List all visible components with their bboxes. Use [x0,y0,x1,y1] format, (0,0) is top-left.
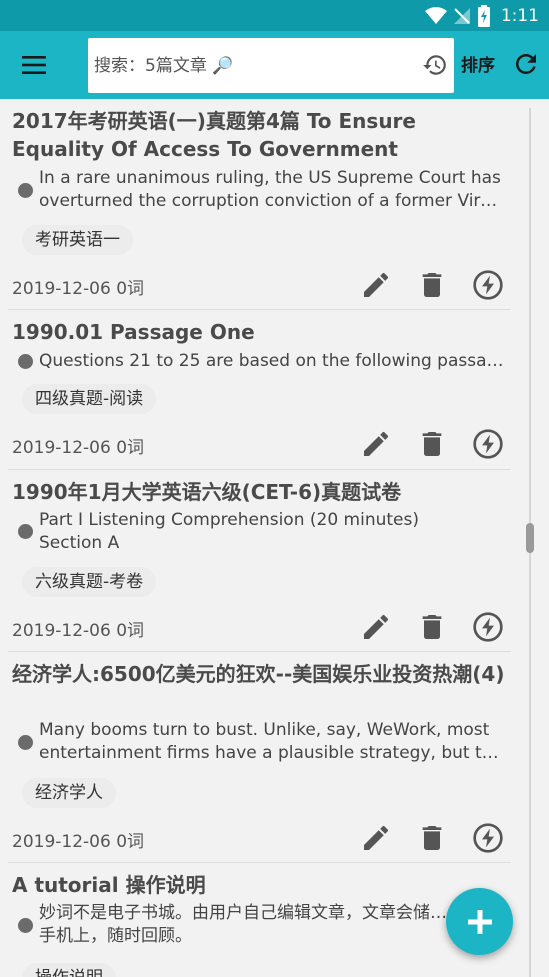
delete-icon[interactable] [416,428,448,460]
summary-bullet [18,918,33,933]
quick-action-icon[interactable] [472,428,504,460]
article-card[interactable]: 2017年考研英语(一)真题第4篇 To Ensure Equality Of … [8,99,511,310]
edit-icon[interactable] [360,428,392,460]
delete-icon[interactable] [416,269,448,301]
summary-bullet [18,524,33,539]
summary-bullet [18,735,33,750]
article-tag[interactable]: 经济学人 [22,778,116,808]
article-summary: Many booms turn to bust. Unlike, say, We… [39,720,507,763]
menu-button[interactable] [14,47,54,83]
status-bar: 1:11 [0,0,549,31]
summary-bullet [18,183,33,198]
article-meta: 2019-12-06 0词 [12,438,145,458]
hamburger-menu-icon [22,56,46,74]
article-meta: 2019-12-06 0词 [12,832,145,852]
article-tag[interactable]: 六级真题-考卷 [22,567,157,597]
article-title: 1990年1月大学英语六级(CET-6)真题试卷 [12,480,402,504]
article-tag[interactable]: 考研英语一 [22,225,133,255]
delete-icon[interactable] [416,822,448,854]
search-box [88,38,454,93]
quick-action-icon[interactable] [472,269,504,301]
sort-button[interactable]: 排序 [461,51,495,76]
article-title: 经济学人:6500亿美元的狂欢--美国娱乐业投资热潮(4) [12,662,505,686]
article-title: 1990.01 Passage One [12,320,255,344]
article-summary: 妙词不是电子书城。由用户自己编辑文章，文章会储存在 手机上，随时回顾。 [39,903,459,946]
status-time: 1:11 [500,6,539,26]
article-meta: 2019-12-06 0词 [12,621,145,641]
scrollbar-thumb[interactable] [526,523,534,553]
add-article-button[interactable] [446,888,513,955]
article-list: 2017年考研英语(一)真题第4篇 To Ensure Equality Of … [0,99,531,977]
article-title: A tutorial 操作说明 [12,873,206,897]
refresh-icon[interactable] [511,49,541,79]
app-toolbar: 排序 [0,31,549,99]
summary-bullet [18,354,33,369]
delete-icon[interactable] [416,611,448,643]
article-card[interactable]: 1990年1月大学英语六级(CET-6)真题试卷 Part I Listenin… [8,470,511,652]
no-signal-icon [453,8,470,24]
article-meta: 2019-12-06 0词 [12,279,145,299]
article-summary: Questions 21 to 25 are based on the foll… [39,351,507,371]
edit-icon[interactable] [360,611,392,643]
search-input[interactable] [94,38,394,93]
article-summary: Part I Listening Comprehension (20 minut… [39,510,420,553]
article-card[interactable]: 经济学人:6500亿美元的狂欢--美国娱乐业投资热潮(4) Many booms… [8,652,511,863]
article-title: 2017年考研英语(一)真题第4篇 To Ensure Equality Of … [12,109,416,161]
history-icon[interactable] [422,52,448,78]
wifi-icon [424,7,447,24]
quick-action-icon[interactable] [472,822,504,854]
article-card[interactable]: A tutorial 操作说明 妙词不是电子书城。由用户自己编辑文章，文章会储存… [8,863,511,977]
article-tag[interactable]: 操作说明 [22,963,116,977]
status-icons: 1:11 [424,4,539,28]
article-card[interactable]: 1990.01 Passage One Questions 21 to 25 a… [8,310,511,470]
article-summary: In a rare unanimous ruling, the US Supre… [39,168,507,211]
article-tag[interactable]: 四级真题-阅读 [22,384,157,414]
edit-icon[interactable] [360,269,392,301]
quick-action-icon[interactable] [472,611,504,643]
plus-icon [467,909,492,934]
edit-icon[interactable] [360,822,392,854]
battery-charging-icon [477,5,490,27]
